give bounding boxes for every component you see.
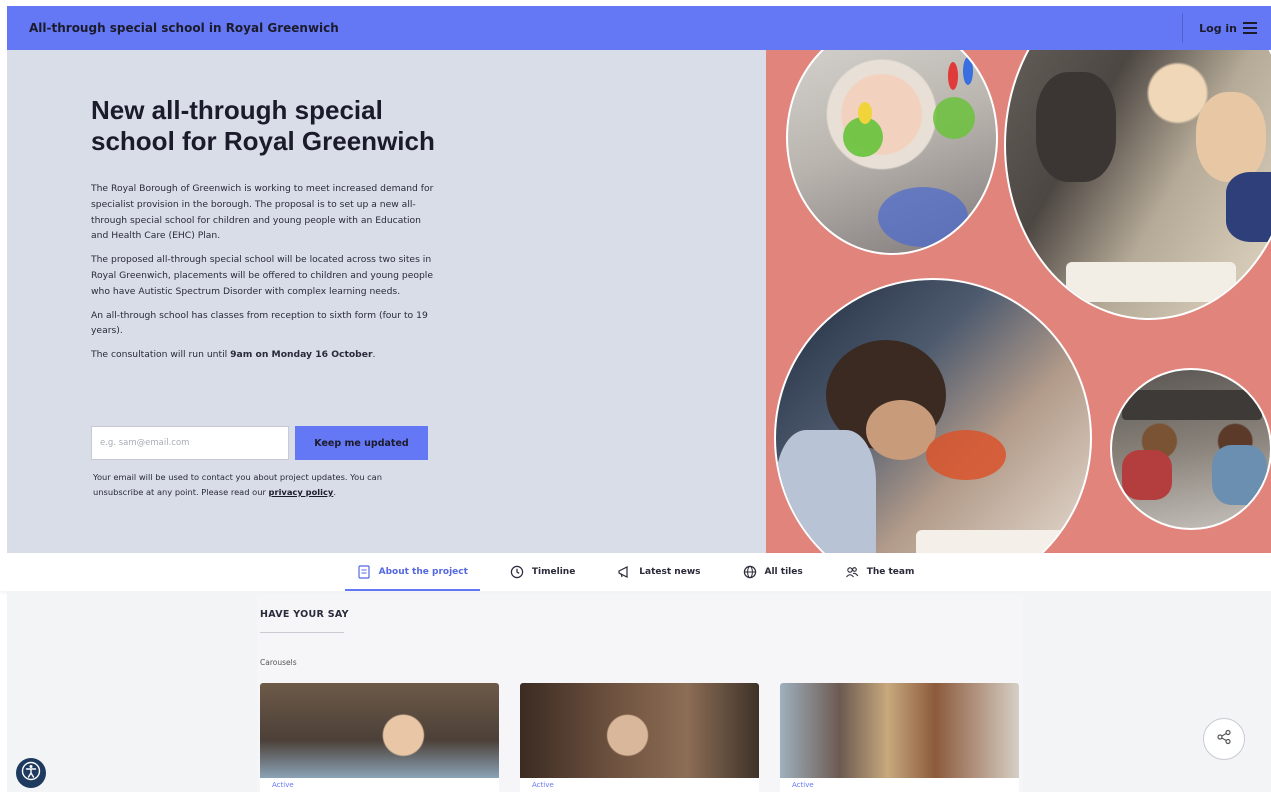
hero-paragraph: The Royal Borough of Greenwich is workin… — [91, 183, 434, 242]
accessibility-icon — [21, 761, 41, 785]
hero-paragraph: An all-through school has classes from r… — [91, 309, 428, 337]
hero-panel: New all-through special school for Royal… — [7, 50, 766, 553]
tab-latest-news[interactable]: Latest news — [605, 553, 712, 591]
tab-label: All tiles — [764, 567, 803, 577]
tab-label: Latest news — [639, 567, 701, 577]
activity-card[interactable]: Active — [260, 683, 499, 792]
deadline-prefix: The consultation will run until — [91, 349, 231, 361]
login-link[interactable]: Log in — [1199, 22, 1237, 35]
share-icon — [1216, 729, 1232, 749]
card-status: Active — [532, 781, 554, 789]
document-icon — [357, 565, 371, 579]
header-divider — [1182, 13, 1184, 43]
hero-paragraph: The proposed all-through special school … — [91, 254, 433, 297]
tab-label: Timeline — [531, 567, 576, 577]
have-your-say-panel: HAVE YOUR SAY Carousels Active Active Ac… — [257, 595, 1023, 792]
site-header: All-through special school in Royal Gree… — [7, 6, 1271, 50]
card-image-toddler — [260, 683, 499, 778]
deadline-date: 9am on Monday 16 October — [230, 349, 373, 361]
tab-label: The team — [866, 567, 915, 577]
section-title: HAVE YOUR SAY — [260, 609, 349, 620]
email-field[interactable] — [91, 426, 289, 460]
email-signup-form: Keep me updated — [91, 426, 428, 460]
deadline-suffix: . — [372, 349, 376, 361]
main-content: HAVE YOUR SAY Carousels Active Active Ac… — [7, 591, 1271, 792]
share-button[interactable] — [1203, 718, 1245, 760]
carousel-label: Carousels — [260, 658, 297, 667]
activity-card[interactable]: Active — [520, 683, 759, 792]
card-image-bookshelf — [780, 683, 1019, 778]
card-status: Active — [272, 781, 294, 789]
card-image-student-library — [520, 683, 759, 778]
privacy-text: Your email will be used to contact you a… — [93, 472, 383, 497]
hero-image-collage — [766, 50, 1271, 553]
globe-icon — [743, 565, 757, 579]
photo-students-high-five — [1110, 368, 1271, 530]
photo-tutor-and-student — [1004, 50, 1271, 320]
clock-icon — [510, 565, 524, 579]
tab-timeline[interactable]: Timeline — [498, 553, 587, 591]
project-tabs: About the project Timeline Latest news A… — [0, 553, 1271, 591]
team-icon — [845, 565, 859, 579]
privacy-policy-link[interactable]: privacy policy — [269, 487, 334, 497]
tab-the-team[interactable]: The team — [833, 553, 927, 591]
header-right: Log in — [1182, 6, 1271, 50]
keep-me-updated-button[interactable]: Keep me updated — [295, 426, 428, 460]
consultation-deadline: The consultation will run until 9am on M… — [91, 347, 436, 363]
tab-about-the-project[interactable]: About the project — [344, 553, 481, 591]
hamburger-icon[interactable] — [1243, 22, 1257, 34]
privacy-notice: Your email will be used to contact you a… — [93, 470, 423, 500]
hero-description: The Royal Borough of Greenwich is workin… — [91, 181, 436, 371]
tab-label: About the project — [378, 567, 468, 577]
tab-all-tiles[interactable]: All tiles — [731, 553, 815, 591]
section-divider — [260, 632, 344, 633]
accessibility-button[interactable] — [16, 758, 46, 788]
site-title[interactable]: All-through special school in Royal Gree… — [7, 21, 339, 35]
megaphone-icon — [617, 565, 631, 579]
activity-card[interactable]: Active — [780, 683, 1019, 792]
photo-boy-writing — [774, 278, 1092, 553]
page-title: New all-through special school for Royal… — [91, 95, 435, 156]
privacy-end: . — [333, 487, 336, 497]
card-status: Active — [792, 781, 814, 789]
photo-child-painted-hands — [786, 50, 998, 255]
